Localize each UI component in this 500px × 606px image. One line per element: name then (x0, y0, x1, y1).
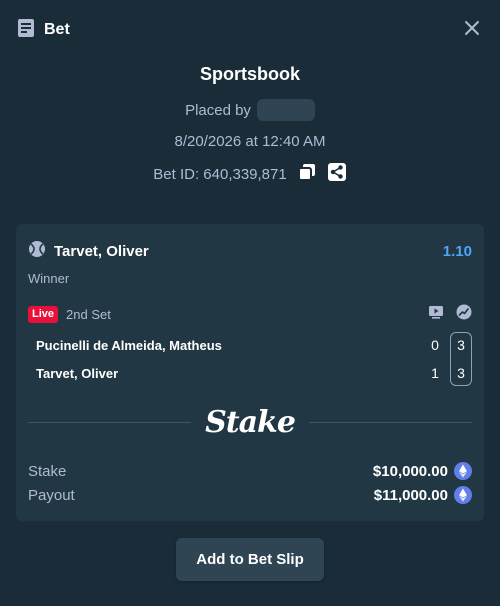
share-icon (327, 163, 346, 185)
outcome-name: Tarvet, Oliver (54, 243, 149, 260)
scoreboard: Pucinelli de Almeida, Matheus 0 3 Tarvet… (36, 331, 472, 387)
sets-score: 1 (431, 365, 439, 381)
bet-totals: Stake $10,000.00 Payout $11,000.00 (28, 459, 472, 507)
odds-value: 1.10 (442, 243, 472, 260)
scoreboard-row: Pucinelli de Almeida, Matheus 0 3 (36, 331, 472, 359)
scoreboard-row: Tarvet, Oliver 1 3 (36, 359, 472, 387)
bet-modal: Bet Sportsbook Placed by 8/20/2026 at 12… (0, 0, 500, 606)
payout-row: Payout $11,000.00 (28, 483, 472, 507)
bet-summary: Sportsbook Placed by 8/20/2026 at 12:40 … (0, 60, 500, 184)
add-to-bet-slip-button[interactable]: Add to Bet Slip (176, 538, 324, 581)
payout-label: Payout (28, 486, 75, 504)
close-button[interactable] (460, 18, 484, 42)
live-stream-icon (428, 306, 444, 324)
outcome-row: Tarvet, Oliver 1.10 (28, 240, 472, 263)
eth-icon (454, 486, 472, 504)
bet-id-row: Bet ID: 640,339,871 (0, 163, 500, 185)
divider-line (308, 421, 472, 423)
player-name: Tarvet, Oliver (36, 365, 119, 381)
close-icon (464, 20, 480, 41)
bet-id: Bet ID: 640,339,871 (153, 165, 287, 183)
live-badge: Live (28, 306, 59, 323)
sportsbook-title: Sportsbook (199, 64, 300, 84)
live-actions (428, 304, 472, 325)
stake-amount: $10,000.00 (373, 462, 472, 480)
stake-logo: Stake (205, 404, 296, 440)
copy-icon (297, 163, 316, 185)
stats-icon (456, 304, 472, 324)
receipt-icon (16, 18, 36, 43)
bet-card: Tarvet, Oliver 1.10 Winner Live 2nd Set (16, 224, 484, 521)
share-button[interactable] (327, 163, 347, 185)
bet-datetime: 8/20/2026 at 12:40 AM (174, 133, 326, 150)
hidden-username[interactable] (256, 99, 315, 121)
brand-divider: Stake (28, 404, 472, 440)
placed-by-row: Placed by (0, 99, 500, 121)
market-name: Winner (28, 271, 70, 286)
tennis-ball-icon (28, 240, 46, 263)
payout-amount: $11,000.00 (374, 486, 472, 504)
divider-line (28, 421, 192, 423)
payout-value: $11,000.00 (373, 486, 448, 504)
eth-icon (454, 462, 472, 480)
live-status-row: Live 2nd Set (28, 304, 472, 325)
stake-label: Stake (28, 462, 67, 480)
player-name: Pucinelli de Almeida, Matheus (36, 337, 222, 353)
live-status-left: Live 2nd Set (28, 306, 111, 323)
placed-by-label: Placed by (185, 101, 251, 119)
stake-row: Stake $10,000.00 (28, 459, 472, 483)
stake-value: $10,000.00 (372, 462, 448, 480)
modal-title: Bet (44, 21, 70, 38)
sets-score: 0 (431, 337, 439, 353)
current-period: 2nd Set (66, 307, 111, 322)
stats-button[interactable] (456, 304, 472, 325)
modal-header: Bet (16, 16, 484, 44)
copy-button[interactable] (297, 164, 317, 184)
outcome-left: Tarvet, Oliver (28, 240, 149, 263)
modal-title-group: Bet (16, 18, 70, 43)
live-stream-button[interactable] (428, 304, 444, 325)
current-games-box (450, 332, 472, 386)
